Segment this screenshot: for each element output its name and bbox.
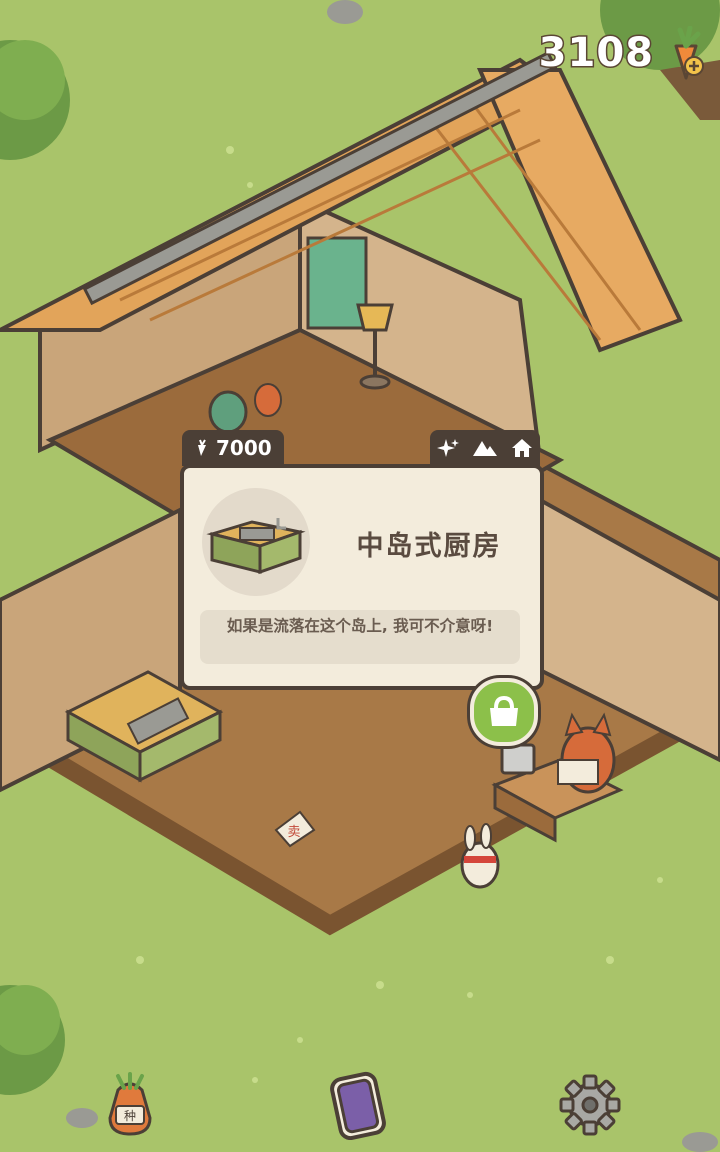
shopping-bag-icon: [490, 695, 518, 726]
carrot-counter[interactable]: 3108: [537, 26, 708, 80]
house-icon[interactable]: [511, 437, 533, 459]
sparkle-icon[interactable]: [437, 437, 459, 459]
category-tabs: [430, 430, 540, 466]
carrot-icon: [198, 439, 206, 456]
item-name: 中岛式厨房: [356, 531, 502, 562]
cash-register: [500, 743, 536, 775]
carrot-count: 3108: [537, 29, 654, 78]
buy-button[interactable]: [470, 678, 538, 746]
island-kitchen-icon: [206, 518, 306, 575]
small-fox-character: [254, 383, 282, 417]
mountains-icon[interactable]: [473, 438, 497, 458]
settings-gear-icon: [559, 1074, 621, 1136]
carrot-plus-icon: [674, 26, 704, 80]
phone-button[interactable]: [326, 1070, 390, 1144]
tree-bottom-left: [0, 985, 65, 1095]
phone-icon: [330, 1071, 386, 1141]
item-thumbnail: [202, 488, 310, 596]
settings-button[interactable]: [558, 1072, 622, 1142]
item-description: 如果是流落在这个岛上, 我可不介意呀!: [200, 610, 520, 664]
seed-bag-icon: 种: [108, 1072, 152, 1136]
backpack: [208, 390, 248, 434]
tree-top-left: [0, 40, 70, 160]
seed-bag-label: 种: [124, 1109, 136, 1123]
price-tab: 7000: [182, 430, 284, 466]
green-door: [306, 236, 368, 330]
item-card: 中岛式厨房 如果是流落在这个岛上, 我可不介意呀!: [180, 464, 544, 690]
rock-top: [327, 0, 363, 24]
seed-bag-button[interactable]: 种: [100, 1072, 160, 1142]
item-price: 7000: [216, 436, 272, 460]
sale-sign-label: 卖: [287, 825, 300, 840]
